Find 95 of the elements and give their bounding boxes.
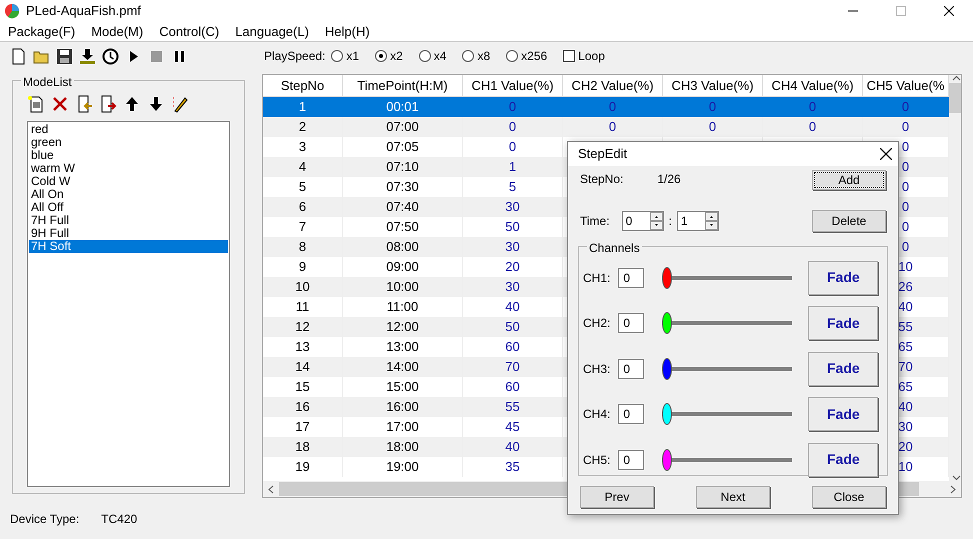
table-cell-text: 15:00	[386, 378, 419, 396]
table-cell-text: 14	[295, 358, 310, 376]
table-cell-text: 65	[898, 378, 913, 396]
table-cell-text: 5	[508, 178, 516, 196]
dialog-title: StepEdit	[578, 145, 628, 164]
play-speed-label: PlaySpeed:	[264, 48, 326, 65]
table-cell-text: 0	[508, 118, 516, 136]
table-cell-text: 1	[298, 98, 306, 116]
table-cell-text: 40	[898, 298, 913, 316]
table-cell-text: 40	[505, 438, 520, 456]
device-type-value: TC420	[101, 511, 138, 528]
table-cell-text: 0	[508, 98, 516, 116]
table-cell-text: 0	[608, 98, 616, 116]
table-cell-text: 1	[508, 158, 516, 176]
table-cell-text: 30	[898, 418, 913, 436]
table-cell-text: 13:00	[386, 338, 419, 356]
table-cell-text: 07:30	[386, 178, 419, 196]
table-cell-text: 50	[505, 318, 520, 336]
table-cell-text: 19	[295, 458, 310, 476]
table-cell-text: 13	[295, 338, 310, 356]
table-cell-text: 65	[898, 338, 913, 356]
table-cell-text: 60	[505, 378, 520, 396]
table-cell-text: 40	[505, 298, 520, 316]
step-number-value: 1/26	[657, 171, 681, 188]
channel-label: CH1:	[583, 270, 610, 287]
table-cell-text: 0	[708, 98, 716, 116]
table-cell-text: 20	[505, 258, 520, 276]
table-cell-text: 07:05	[386, 138, 419, 156]
device-type-label: Device Type:	[10, 511, 80, 528]
table-cell-text: 35	[505, 458, 520, 476]
table-cell-text: 14:00	[386, 358, 419, 376]
table-cell-text: 12:00	[386, 318, 419, 336]
table-cell-text: 55	[898, 318, 913, 336]
window-title: PLed-AquaFish.pmf	[26, 2, 141, 20]
table-cell-text: 09:00	[386, 258, 419, 276]
channel-label: CH2:	[583, 315, 610, 332]
table-cell-text: 16:00	[386, 398, 419, 416]
table-cell-text: 0	[508, 138, 516, 156]
table-cell-text: 8	[298, 238, 306, 256]
table-cell-text: 0	[608, 118, 616, 136]
channel-label: CH3:	[583, 360, 610, 378]
table-cell-text: 0	[708, 118, 716, 136]
table-cell-text: 55	[505, 398, 520, 416]
table-cell-text: 0	[902, 98, 910, 116]
table-cell-text: 0	[808, 118, 816, 136]
table-cell-text: 0	[902, 238, 910, 256]
table-cell-text: 10:00	[386, 278, 419, 296]
table-cell-text: 11	[296, 298, 310, 316]
table-cell-text: 0	[902, 118, 910, 136]
table-cell-text: 26	[898, 278, 913, 296]
table-cell-text: 10	[295, 278, 310, 296]
table-cell-text: 19:00	[386, 458, 419, 476]
table-cell-text: 30	[505, 278, 520, 296]
table-cell-text: 07:50	[386, 218, 419, 236]
table-cell-text: 16	[295, 398, 310, 416]
time-label: Time:	[580, 213, 610, 230]
table-cell-text: 20	[898, 438, 913, 456]
table-cell-text: 18:00	[386, 438, 419, 456]
table-cell-text: 11:00	[386, 298, 418, 316]
table-cell-text: 10	[898, 458, 913, 476]
table-cell-text: 00:01	[386, 98, 419, 116]
table-cell-text: 6	[298, 198, 306, 216]
step-number-label: StepNo:	[580, 171, 624, 188]
table-cell-text: 12	[295, 318, 310, 336]
table-cell-text: 70	[898, 358, 913, 376]
table-cell-text: 70	[505, 358, 520, 376]
table-cell-text: 0	[902, 138, 910, 156]
table-cell-text: 0	[902, 158, 910, 176]
table-cell-text: 0	[902, 198, 910, 216]
table-cell-text: 40	[898, 398, 913, 416]
table-cell-text: 5	[298, 178, 306, 196]
table-cell-text: 4	[298, 158, 306, 176]
table-cell-text: 17:00	[386, 418, 419, 436]
table-cell-text: 30	[505, 198, 520, 216]
table-cell-text: 45	[505, 418, 520, 436]
table-cell-text: 3	[298, 138, 306, 156]
table-cell-text: 15	[295, 378, 310, 396]
table-cell-text: 50	[505, 218, 520, 236]
table-cell-text: 08:00	[386, 238, 419, 256]
table-cell-text: 0	[808, 98, 816, 116]
time-separator: :	[668, 213, 672, 230]
table-cell-text: 2	[298, 118, 306, 136]
table-cell-text: 0	[902, 218, 910, 236]
table-cell-text: 30	[505, 238, 520, 256]
table-cell-text: 18	[295, 438, 310, 456]
table-cell-text: 07:00	[386, 118, 419, 136]
table-cell-text: 9	[298, 258, 306, 276]
table-cell-text: 7	[298, 218, 306, 236]
table-cell-text: 10	[898, 258, 913, 276]
table-cell-text: 0	[902, 178, 910, 196]
table-cell-text: 17	[295, 418, 310, 436]
table-cell-text: 60	[505, 338, 520, 356]
table-cell-text: 07:40	[386, 198, 419, 216]
channel-label: CH4:	[583, 406, 610, 424]
table-cell-text: 07:10	[386, 158, 419, 176]
